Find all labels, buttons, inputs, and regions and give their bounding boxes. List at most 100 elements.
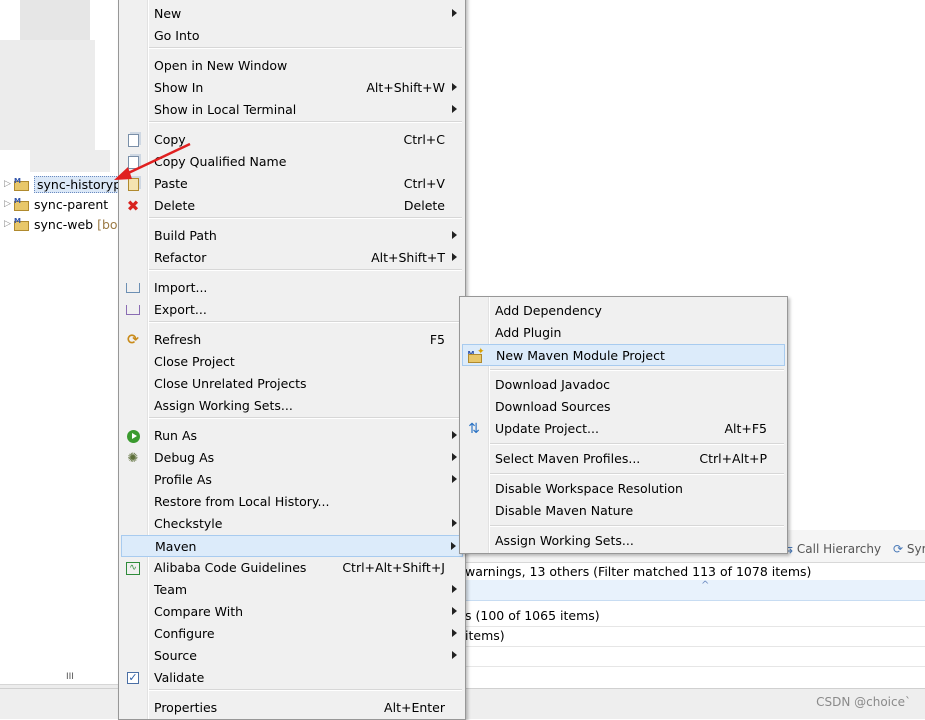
menu-item-add-dependency[interactable]: Add Dependency <box>462 300 785 322</box>
project-explorer: ▷ M sync-historypr ▷ M sync-parent ▷ M s… <box>0 0 130 718</box>
menu-item-restore-from-local-history[interactable]: Restore from Local History... <box>121 491 463 513</box>
sync-icon: ⟳ <box>893 542 904 556</box>
menu-item-validate[interactable]: ✓ Validate <box>121 667 463 689</box>
menu-item-export[interactable]: Export... <box>121 299 463 321</box>
menu-item-label: Show In <box>154 80 204 95</box>
menu-separator <box>149 417 462 419</box>
menu-item-checkstyle[interactable]: Checkstyle <box>121 513 463 535</box>
menu-item-refactor[interactable]: Refactor Alt+Shift+T <box>121 247 463 269</box>
submenu-arrow-icon <box>452 629 457 637</box>
menu-item-delete[interactable]: ✖ Delete Delete <box>121 195 463 217</box>
menu-item-assign-working-sets[interactable]: Assign Working Sets... <box>121 395 463 417</box>
menu-item-label: Import... <box>154 280 208 295</box>
blurred-region <box>20 0 90 40</box>
menu-item-assign-working-sets[interactable]: Assign Working Sets... <box>462 530 785 552</box>
menu-item-open-in-new-window[interactable]: Open in New Window <box>121 55 463 77</box>
menu-item-label: Refactor <box>154 250 207 265</box>
problem-group-row[interactable]: s (100 of 1065 items) <box>465 608 600 623</box>
menu-item-label: New Maven Module Project <box>496 348 665 363</box>
menu-item-close-project[interactable]: Close Project <box>121 351 463 373</box>
maven-project-icon: M <box>14 217 30 231</box>
menu-item-close-unrelated-projects[interactable]: Close Unrelated Projects <box>121 373 463 395</box>
menu-item-select-maven-profiles[interactable]: Select Maven Profiles... Ctrl+Alt+P <box>462 448 785 470</box>
update-icon: ⇅ <box>468 421 480 437</box>
submenu-arrow-icon <box>452 519 457 527</box>
menu-item-download-sources[interactable]: Download Sources <box>462 396 785 418</box>
context-menu: New Go Into Open in New Window Show In Alt+S… <box>118 0 466 720</box>
menu-item-label: New <box>154 6 182 21</box>
menu-item-accelerator: Ctrl+C <box>403 132 445 147</box>
menu-item-label: Alibaba Code Guidelines <box>154 560 307 575</box>
menu-separator <box>149 689 462 691</box>
menu-item-accelerator: Ctrl+Alt+P <box>699 451 767 466</box>
annotation-arrow-icon <box>114 142 191 180</box>
tab-sync[interactable]: ⟳ Syr <box>893 542 925 556</box>
menu-item-new[interactable]: New <box>121 3 463 25</box>
menu-item-profile-as[interactable]: Profile As <box>121 469 463 491</box>
menu-item-accelerator: Alt+Shift+T <box>371 250 445 265</box>
submenu-arrow-icon <box>452 453 457 461</box>
menu-item-new-maven-module-project[interactable]: M✦ New Maven Module Project <box>462 344 785 366</box>
watermark: CSDN @choice` <box>816 695 911 709</box>
menu-item-show-in-local-terminal[interactable]: Show in Local Terminal <box>121 99 463 121</box>
menu-item-disable-workspace-resolution[interactable]: Disable Workspace Resolution <box>462 478 785 500</box>
menu-item-maven[interactable]: Maven <box>121 535 463 557</box>
expand-icon[interactable]: ▷ <box>4 179 14 189</box>
menu-item-alibaba-code-guidelines[interactable]: ∿ Alibaba Code Guidelines Ctrl+Alt+Shift+J <box>121 557 463 579</box>
menu-item-build-path[interactable]: Build Path <box>121 225 463 247</box>
tree-item-sync-parent[interactable]: ▷ M sync-parent <box>4 194 108 214</box>
menu-item-label: Refresh <box>154 332 202 347</box>
expand-icon[interactable]: ▷ <box>4 199 14 209</box>
menu-item-disable-maven-nature[interactable]: Disable Maven Nature <box>462 500 785 522</box>
menu-item-label: Maven <box>155 539 197 554</box>
problems-summary: warnings, 13 others (Filter matched 113 … <box>465 564 812 579</box>
menu-separator <box>490 473 784 475</box>
tab-call-hierarchy[interactable]: ⇆ Call Hierarchy <box>783 542 881 556</box>
menu-separator <box>490 443 784 445</box>
menu-item-refresh[interactable]: ⟳ Refresh F5 <box>121 329 463 351</box>
menu-item-configure[interactable]: Configure <box>121 623 463 645</box>
menu-item-label: Team <box>154 582 188 597</box>
menu-item-label: Build Path <box>154 228 217 243</box>
column-header[interactable]: ^ <box>463 580 925 601</box>
menu-item-label: Debug As <box>154 450 215 465</box>
menu-item-label: Download Sources <box>495 399 611 414</box>
menu-item-source[interactable]: Source <box>121 645 463 667</box>
menu-item-label: Disable Maven Nature <box>495 503 634 518</box>
menu-item-label: Properties <box>154 700 218 715</box>
menu-separator <box>149 269 462 271</box>
submenu-arrow-icon <box>452 83 457 91</box>
menu-item-team[interactable]: Team <box>121 579 463 601</box>
menu-item-label: Restore from Local History... <box>154 494 330 509</box>
menu-item-download-javadoc[interactable]: Download Javadoc <box>462 374 785 396</box>
menu-item-accelerator: Alt+F5 <box>724 421 767 436</box>
menu-item-run-as[interactable]: Run As <box>121 425 463 447</box>
maven-module-icon: M✦ <box>467 347 485 364</box>
submenu-arrow-icon <box>452 585 457 593</box>
expand-icon[interactable]: ▷ <box>4 219 14 229</box>
submenu-arrow-icon <box>452 607 457 615</box>
run-icon <box>125 428 141 444</box>
menu-item-update-project[interactable]: ⇅ Update Project... Alt+F5 <box>462 418 785 440</box>
menu-separator <box>149 121 462 123</box>
menu-item-label: Close Unrelated Projects <box>154 376 307 391</box>
menu-item-compare-with[interactable]: Compare With <box>121 601 463 623</box>
menu-item-label: Validate <box>154 670 205 685</box>
checkbox-icon: ✓ <box>127 671 139 684</box>
menu-item-go-into[interactable]: Go Into <box>121 25 463 47</box>
tree-item-sync-web[interactable]: ▷ M sync-web [boc <box>4 214 124 234</box>
menu-item-label: Profile As <box>154 472 212 487</box>
menu-item-show-in[interactable]: Show In Alt+Shift+W <box>121 77 463 99</box>
submenu-arrow-icon <box>451 542 456 550</box>
scroll-grip[interactable]: III <box>66 672 74 682</box>
problem-group-row[interactable]: items) <box>465 628 505 643</box>
menu-item-import[interactable]: Import... <box>121 277 463 299</box>
menu-item-label: Delete <box>154 198 196 213</box>
menu-item-accelerator: Alt+Enter <box>384 700 445 715</box>
menu-item-debug-as[interactable]: ✺ Debug As <box>121 447 463 469</box>
menu-item-add-plugin[interactable]: Add Plugin <box>462 322 785 344</box>
bug-icon: ✺ <box>127 450 139 466</box>
menu-item-label: Checkstyle <box>154 516 223 531</box>
menu-item-properties[interactable]: Properties Alt+Enter <box>121 697 463 719</box>
blurred-region <box>30 150 110 172</box>
